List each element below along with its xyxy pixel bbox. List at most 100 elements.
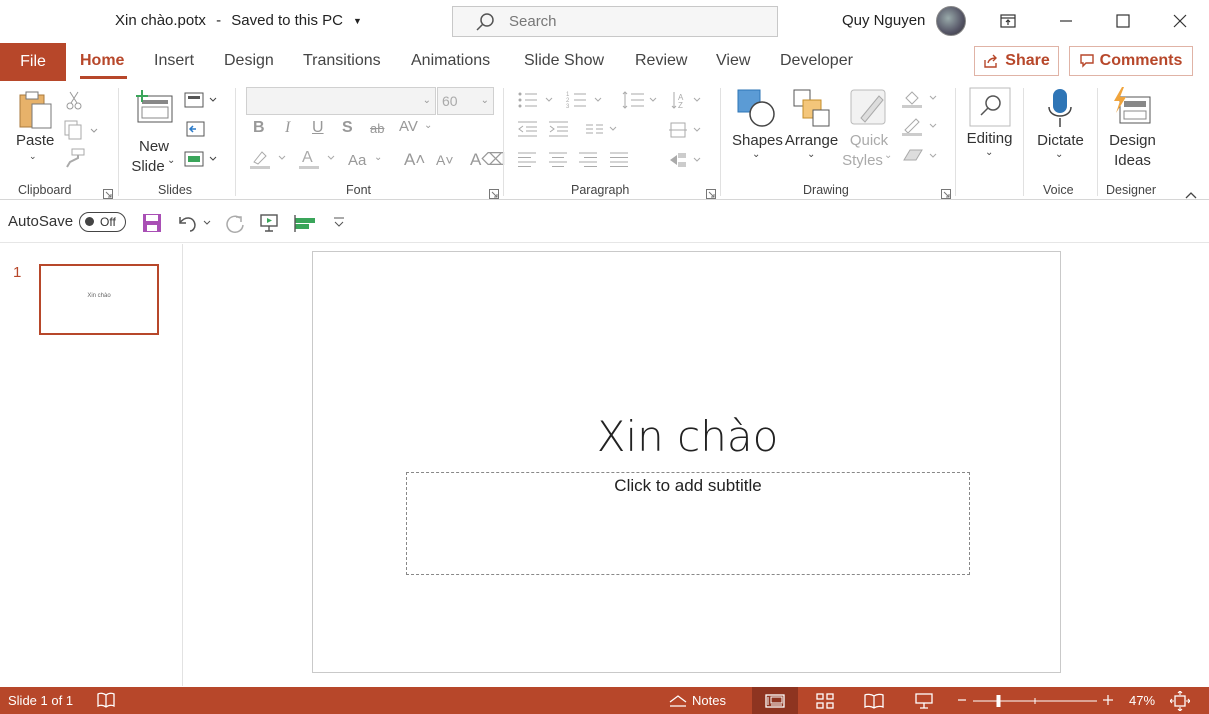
user-name[interactable]: Quy Nguyen [842,12,925,29]
paste-button[interactable] [18,90,54,135]
align-text-button[interactable] [668,120,704,145]
arrange-label: Arrange [784,132,839,149]
share-button[interactable]: Share [974,46,1059,76]
zoom-percentage[interactable]: 47% [1129,693,1155,708]
strikethrough-button[interactable]: ab [370,121,384,136]
slide-canvas[interactable]: Xin chào Click to add subtitle [312,251,1061,673]
accessibility-button[interactable] [97,692,115,711]
increase-font-size-button[interactable]: A˄ [404,150,425,170]
autosave-toggle[interactable]: Off [79,212,126,232]
reset-slide-button[interactable] [184,120,206,143]
format-painter-button[interactable] [64,148,86,173]
customize-qat-button[interactable] [333,215,345,234]
align-right-icon [579,152,597,167]
font-color-button[interactable]: A [299,148,339,175]
slide-thumbnail-title: Xin chào [87,293,111,299]
editing-button[interactable] [969,87,1011,132]
font-size-select[interactable]: 60 ⌄ [437,87,494,115]
increase-indent-button[interactable] [548,120,570,143]
dictate-button[interactable] [1046,87,1074,134]
zoom-slider[interactable] [973,693,1097,712]
ribbon-display-icon [1000,14,1016,28]
slide-title[interactable]: Xin chào [313,412,1062,461]
redo-button[interactable] [224,213,246,240]
copy-button[interactable] [64,120,98,145]
fit-to-window-button[interactable] [1169,690,1191,714]
shape-effects-button[interactable] [902,146,940,171]
text-direction-button[interactable]: AZ [670,90,706,115]
numbering-button[interactable]: 123 [566,90,606,115]
maximize-button[interactable] [1103,6,1143,36]
font-name-select[interactable]: ⌄ [246,87,436,115]
subtitle-placeholder[interactable]: Click to add subtitle [406,472,970,575]
align-right-button[interactable] [578,152,598,173]
slide-sorter-button[interactable] [802,687,848,714]
align-left-button[interactable] [517,152,537,173]
layout-button[interactable] [184,91,220,114]
bold-button[interactable]: B [253,119,265,137]
justify-button[interactable] [609,152,629,173]
zoom-in-button[interactable] [1102,693,1114,710]
scissors-icon [66,91,82,110]
bullets-button[interactable] [517,90,557,115]
italic-button[interactable]: I [285,119,290,137]
undo-button[interactable] [176,213,216,238]
highlight-button[interactable] [250,148,290,175]
smartart-button[interactable] [668,150,704,175]
slide-show-view-button[interactable] [901,687,947,714]
tab-file[interactable]: File [0,43,66,81]
decrease-font-size-button[interactable]: A˅ [436,152,454,168]
tab-insert[interactable]: Insert [154,52,194,70]
tab-animations[interactable]: Animations [411,52,490,70]
reading-view-button[interactable] [851,687,897,714]
line-spacing-button[interactable] [622,90,662,115]
ribbon-tabs: File Home Insert Design Transitions Anim… [0,42,1209,82]
tab-slide-show[interactable]: Slide Show [524,52,604,70]
underline-button[interactable]: U [312,119,324,137]
drawing-dialog-launcher[interactable] [941,186,951,199]
cut-button[interactable] [65,90,83,115]
align-center-button[interactable] [548,152,568,173]
ribbon-display-options-button[interactable] [988,6,1028,36]
minimize-button[interactable] [1046,6,1086,36]
tab-review[interactable]: Review [635,52,687,70]
clear-formatting-button[interactable]: A⌫ [470,150,505,170]
columns-button[interactable] [585,120,621,143]
shape-fill-button[interactable] [902,88,940,113]
shapes-button[interactable] [736,88,776,133]
tab-developer[interactable]: Developer [780,52,853,70]
arrange-button[interactable] [793,88,831,133]
normal-view-button[interactable] [752,687,798,714]
quick-styles-button[interactable] [849,88,889,133]
tab-view[interactable]: View [716,52,750,70]
document-title[interactable]: Xin chào.potx - Saved to this PC ▼ [115,12,362,29]
close-button[interactable] [1160,6,1200,36]
zoom-slider-thumb[interactable] [996,695,1001,707]
decrease-indent-button[interactable] [517,120,539,143]
text-shadow-button[interactable]: S [342,119,353,137]
clipboard-dialog-launcher[interactable] [103,186,113,199]
comments-button[interactable]: Comments [1069,46,1193,76]
avatar[interactable] [936,6,966,36]
slide-thumbnail[interactable]: Xin chào [39,264,159,335]
dialog-launcher-icon [489,189,499,199]
start-from-beginning-button[interactable] [259,213,279,238]
search-input[interactable]: Search [452,6,778,37]
shape-outline-button[interactable] [902,116,940,141]
paragraph-dialog-launcher[interactable] [706,186,716,199]
zoom-slider-track [973,695,1097,707]
new-slide-icon [136,90,173,123]
notes-button[interactable]: Notes [668,687,726,714]
section-button[interactable] [184,150,220,173]
tab-transitions[interactable]: Transitions [303,52,381,70]
font-dialog-launcher[interactable] [489,186,499,199]
character-spacing-button[interactable]: AV [399,118,418,135]
tab-design[interactable]: Design [224,52,274,70]
tab-home[interactable]: Home [80,52,124,70]
change-case-button[interactable]: Aa [348,152,366,169]
design-ideas-button[interactable] [1112,87,1152,132]
align-toolbar-button[interactable] [293,213,317,238]
save-button[interactable] [142,213,162,238]
zoom-out-button[interactable] [957,693,967,710]
new-slide-button[interactable] [134,90,174,129]
